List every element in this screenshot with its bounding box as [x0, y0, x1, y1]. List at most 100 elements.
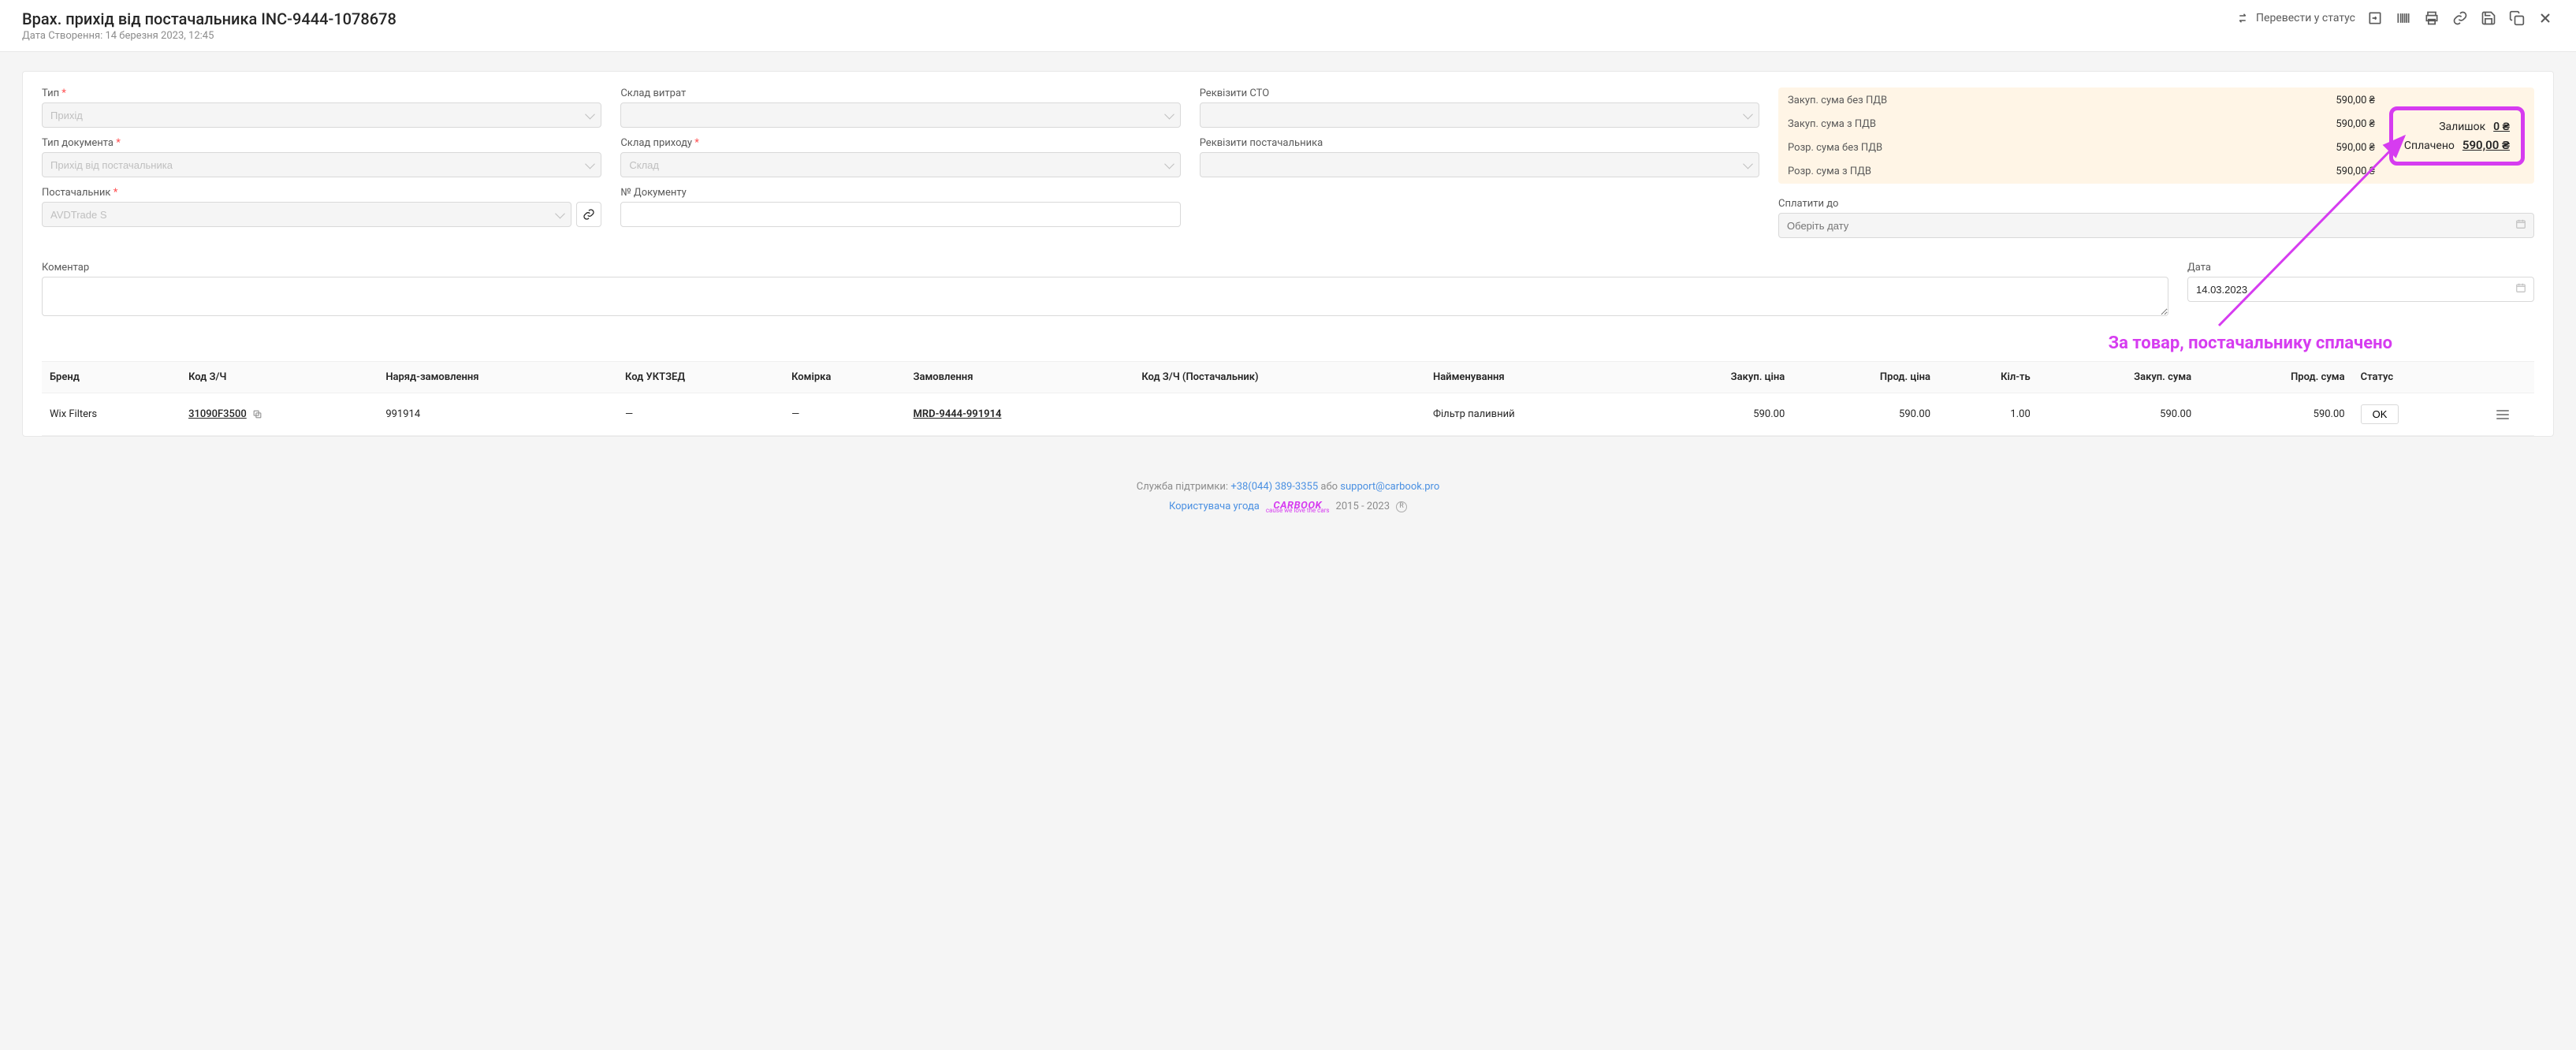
copy-code-icon[interactable] [252, 409, 262, 419]
col-order2: Замовлення [906, 362, 1134, 393]
support-email[interactable]: support@carbook.pro [1340, 481, 1439, 493]
form-col-3: Реквізити СТО Реквізити постачальника [1200, 88, 1759, 246]
page-title: Врах. прихід від постачальника INC-9444-… [22, 9, 396, 28]
calendar-icon [2515, 218, 2526, 233]
user-agreement-link[interactable]: Користувача угода [1169, 497, 1260, 517]
buy-no-vat-label: Закуп. сума без ПДВ [1788, 95, 2321, 106]
annotation-text: За товар, постачальнику сплачено [42, 333, 2392, 353]
type-select [42, 102, 601, 128]
cell-supp-code [1134, 393, 1425, 436]
comment-textarea[interactable] [42, 277, 2168, 316]
change-status-button[interactable]: Перевести у статус [2235, 11, 2355, 25]
status-button[interactable]: OK [2361, 404, 2399, 424]
link-icon[interactable] [2451, 9, 2469, 27]
copy-icon[interactable] [2508, 9, 2526, 27]
col-uktzed: Код УКТЗЕД [617, 362, 784, 393]
supplier-select [42, 202, 571, 227]
import-icon[interactable] [2366, 9, 2384, 27]
save-icon[interactable] [2480, 9, 2497, 27]
doc-type-select [42, 152, 601, 177]
header-actions: Перевести у статус [2235, 9, 2554, 27]
balance-value: 0 ₴ [2493, 120, 2510, 133]
buy-no-vat-value: 590,00 ₴ [2336, 94, 2375, 106]
col-buy-sum: Закуп. сума [2038, 362, 2199, 393]
calc-vat-value: 590,00 ₴ [2336, 165, 2375, 177]
expense-wh-select [620, 102, 1180, 128]
buy-vat-value: 590,00 ₴ [2336, 117, 2375, 130]
income-wh-select [620, 152, 1180, 177]
sto-req-label: Реквізити СТО [1200, 88, 1759, 99]
income-wh-label: Склад приходу [620, 137, 1180, 149]
supplier-link-button[interactable] [576, 202, 601, 227]
date-label: Дата [2187, 262, 2534, 274]
items-table: Бренд Код З/Ч Наряд-замовлення Код УКТЗЕ… [42, 361, 2534, 436]
order-link[interactable]: MRD-9444-991914 [914, 408, 1002, 420]
paid-value: 590,00 ₴ [2462, 138, 2510, 152]
sto-req-select [1200, 102, 1759, 128]
logo-subtitle: cause we love the cars [1266, 508, 1330, 514]
row-menu-icon[interactable] [2480, 410, 2526, 419]
pay-until-input [1778, 213, 2534, 238]
expense-wh-label: Склад витрат [620, 88, 1180, 99]
header-title-block: Врах. прихід від постачальника INC-9444-… [22, 9, 396, 42]
barcode-icon[interactable] [2395, 9, 2412, 27]
cell-code: 31090F3500 [181, 393, 378, 436]
cell-sell-price: 590.00 [1792, 393, 1938, 436]
change-status-label: Перевести у статус [2256, 12, 2355, 24]
cell-status: OK [2353, 393, 2472, 436]
cell-order: 991914 [378, 393, 617, 436]
created-date: Дата Створення: 14 березня 2023, 12:45 [22, 30, 396, 42]
close-icon[interactable] [2537, 9, 2554, 27]
cell-qty: 1.00 [1938, 393, 2038, 436]
supplier-label: Постачальник [42, 187, 601, 199]
print-icon[interactable] [2423, 9, 2440, 27]
footer-logo: CARBOOK cause we love the cars [1266, 501, 1330, 514]
pay-until-label: Сплатити до [1778, 198, 2534, 210]
paid-label: Сплачено [2404, 140, 2455, 152]
col-sell-sum: Прод. сума [2199, 362, 2352, 393]
summary-box: Закуп. сума без ПДВ 590,00 ₴ Закуп. сума… [1778, 88, 2534, 184]
col-brand: Бренд [42, 362, 181, 393]
table-row: Wix Filters 31090F3500 991914 — — MRD-94… [42, 393, 2534, 436]
footer-or: або [1320, 481, 1340, 493]
col-sell-price: Прод. ціна [1792, 362, 1938, 393]
cell-order2: MRD-9444-991914 [906, 393, 1134, 436]
buy-vat-label: Закуп. сума з ПДВ [1788, 118, 2321, 130]
support-phone[interactable]: +38(044) 389-3355 [1230, 481, 1318, 493]
doc-no-input[interactable] [620, 202, 1180, 227]
cell-uktzed: — [617, 393, 784, 436]
col-order: Наряд-замовлення [378, 362, 617, 393]
main-card: Тип Тип документа Постачальник Склад вит… [22, 71, 2554, 437]
supp-req-label: Реквізити постачальника [1200, 137, 1759, 149]
doc-no-label: № Документу [620, 187, 1180, 199]
col-name: Найменування [1425, 362, 1640, 393]
table-header-row: Бренд Код З/Ч Наряд-замовлення Код УКТЗЕ… [42, 362, 2534, 393]
cell-cell: — [784, 393, 905, 436]
cell-buy-sum: 590.00 [2038, 393, 2199, 436]
balance-label: Залишок [2439, 121, 2485, 133]
page-header: Врах. прихід від постачальника INC-9444-… [0, 0, 2576, 52]
col-cell: Комірка [784, 362, 905, 393]
cell-buy-price: 590.00 [1640, 393, 1793, 436]
date-field: Дата [2187, 262, 2534, 319]
page-footer: Служба підтримки: +38(044) 389-3355 або … [0, 456, 2576, 548]
form-grid: Тип Тип документа Постачальник Склад вит… [42, 88, 2534, 246]
cell-brand: Wix Filters [42, 393, 181, 436]
bottom-row: Коментар Дата [42, 262, 2534, 327]
form-col-1: Тип Тип документа Постачальник [42, 88, 601, 246]
col-qty: Кіл-ть [1938, 362, 2038, 393]
calc-no-vat-value: 590,00 ₴ [2336, 141, 2375, 154]
comment-field: Коментар [42, 262, 2168, 319]
col-buy-price: Закуп. ціна [1640, 362, 1793, 393]
supp-req-select [1200, 152, 1759, 177]
col-supp-code: Код З/Ч (Постачальник) [1134, 362, 1425, 393]
col-status: Статус [2353, 362, 2472, 393]
part-code-link[interactable]: 31090F3500 [188, 408, 247, 420]
col-code: Код З/Ч [181, 362, 378, 393]
calc-vat-label: Розр. сума з ПДВ [1788, 166, 2321, 177]
support-label: Служба підтримки: [1137, 481, 1231, 493]
form-col-2: Склад витрат Склад приходу № Документу [620, 88, 1180, 246]
payment-highlight: Залишок 0 ₴ Сплачено 590,00 ₴ [2389, 106, 2525, 166]
date-input[interactable] [2187, 277, 2534, 302]
comment-label: Коментар [42, 262, 2168, 274]
